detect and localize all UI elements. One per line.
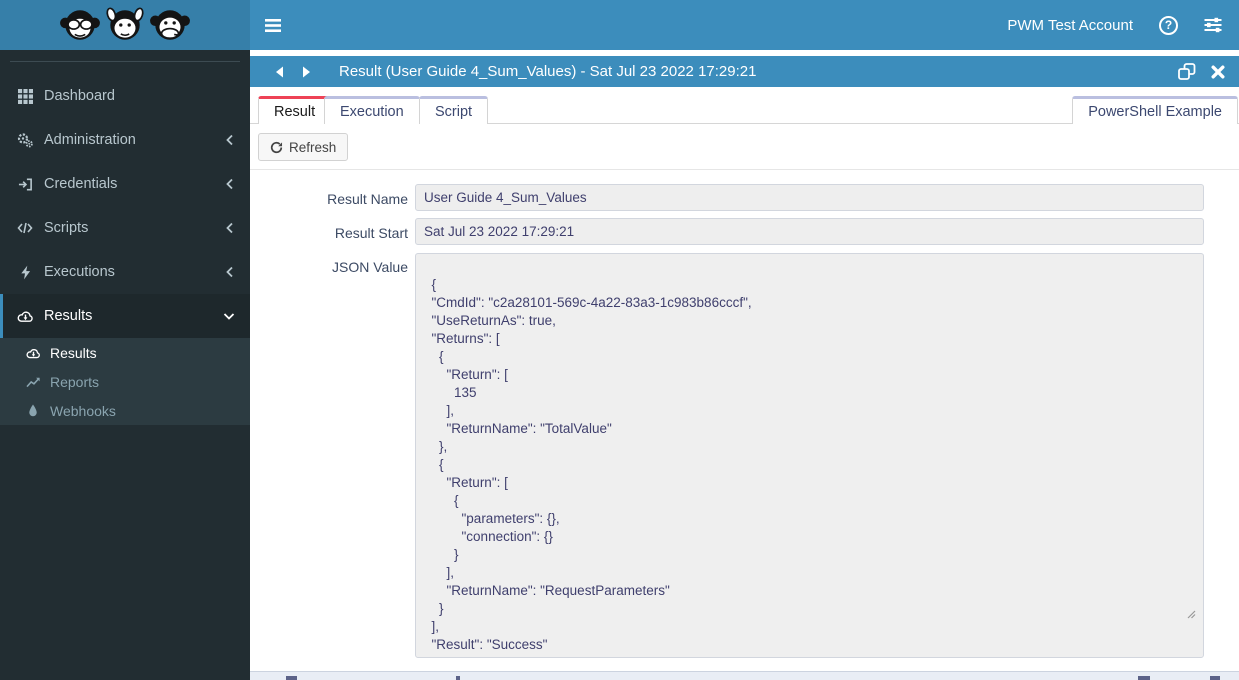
refresh-button-label: Refresh [289, 139, 337, 155]
sidebar-divider [10, 61, 240, 62]
sliders-icon[interactable] [1204, 17, 1222, 33]
sidebar-item-credentials[interactable]: Credentials [0, 162, 250, 206]
json-value-textarea[interactable]: { "CmdId": "c2a28101-569c-4a22-83a3-1c98… [415, 253, 1204, 658]
close-icon[interactable] [1211, 65, 1225, 79]
refresh-button[interactable]: Refresh [258, 133, 349, 161]
submenu-item-results[interactable]: Results [0, 338, 250, 367]
tab-script[interactable]: Script [419, 96, 489, 124]
tab-result[interactable]: Result [258, 96, 332, 124]
top-navbar: PWM Test Account ? [250, 0, 1239, 50]
bolt-icon [15, 265, 35, 280]
sign-in-icon [15, 177, 35, 192]
cutoff-next-row [250, 671, 1239, 680]
chart-line-icon [24, 375, 42, 388]
tab-label: Script [435, 103, 473, 120]
cloud-download-icon [15, 309, 35, 323]
help-icon[interactable]: ? [1159, 15, 1178, 35]
submenu-item-label: Results [50, 344, 97, 361]
sidebar-item-label: Executions [44, 264, 115, 280]
sidebar-item-scripts[interactable]: Scripts [0, 206, 250, 250]
results-submenu: Results Reports Webhooks [0, 338, 250, 425]
sidebar-item-executions[interactable]: Executions [0, 250, 250, 294]
json-value-label: JSON Value [332, 259, 408, 275]
chevron-left-icon [225, 134, 235, 146]
sidebar-item-label: Dashboard [44, 88, 115, 104]
json-value-content: { "CmdId": "c2a28101-569c-4a22-83a3-1c98… [424, 277, 752, 657]
chevron-down-icon [223, 311, 235, 321]
tab-label: Result [274, 103, 316, 120]
window-title: Result (User Guide 4_Sum_Values) - Sat J… [339, 63, 757, 80]
sidebar-menu: Dashboard Administration Credentials Scr… [0, 74, 250, 425]
cloud-download-icon [24, 347, 42, 359]
hamburger-menu-icon[interactable] [265, 18, 281, 32]
navbar-right: PWM Test Account ? [1007, 15, 1239, 35]
code-icon [15, 221, 35, 235]
refresh-icon [270, 141, 283, 154]
forward-arrow-icon[interactable] [302, 66, 311, 78]
resize-grip-icon[interactable] [1186, 573, 1201, 655]
account-menu[interactable]: PWM Test Account [1007, 17, 1133, 34]
result-start-field[interactable]: Sat Jul 23 2022 17:29:21 [415, 218, 1204, 245]
back-arrow-icon[interactable] [275, 66, 284, 78]
submenu-item-webhooks[interactable]: Webhooks [0, 396, 250, 425]
result-name-field[interactable]: User Guide 4_Sum_Values [415, 184, 1204, 211]
sidebar-item-label: Credentials [44, 176, 118, 192]
chevron-left-icon [225, 266, 235, 278]
see-no-evil-monkey-icon [60, 10, 100, 40]
window-controls [1178, 63, 1239, 80]
sidebar-item-administration[interactable]: Administration [0, 118, 250, 162]
chevron-left-icon [225, 178, 235, 190]
droplet-icon [24, 404, 42, 417]
restore-window-icon[interactable] [1178, 63, 1196, 80]
sidebar-item-dashboard[interactable]: Dashboard [0, 74, 250, 118]
speak-no-evil-monkey-icon [150, 10, 190, 40]
chevron-left-icon [225, 222, 235, 234]
sidebar-item-label: Results [44, 308, 93, 324]
window-titlebar: Result (User Guide 4_Sum_Values) - Sat J… [250, 56, 1239, 87]
tab-powershell-example[interactable]: PowerShell Example [1072, 96, 1238, 124]
submenu-item-label: Webhooks [50, 402, 116, 419]
result-start-label: Result Start [334, 225, 408, 241]
sidebar-item-results[interactable]: Results [0, 294, 250, 338]
tabs-bar: Result Execution Script PowerShell Examp… [250, 96, 1239, 124]
result-name-label: Result Name [327, 191, 408, 207]
app-logo[interactable] [0, 0, 250, 50]
submenu-item-reports[interactable]: Reports [0, 367, 250, 396]
sidebar-item-label: Administration [44, 132, 136, 148]
tab-label: PowerShell Example [1088, 103, 1222, 120]
hear-no-evil-monkey-icon [106, 7, 144, 40]
tab-label: Execution [340, 103, 404, 120]
sidebar: Dashboard Administration Credentials Scr… [0, 0, 250, 680]
submenu-item-label: Reports [50, 373, 100, 390]
section-divider [250, 169, 1239, 170]
gears-icon [15, 132, 35, 148]
tab-execution[interactable]: Execution [324, 96, 420, 124]
sidebar-item-label: Scripts [44, 220, 89, 236]
help-glyph: ? [1164, 18, 1173, 32]
grid-icon [15, 88, 35, 104]
